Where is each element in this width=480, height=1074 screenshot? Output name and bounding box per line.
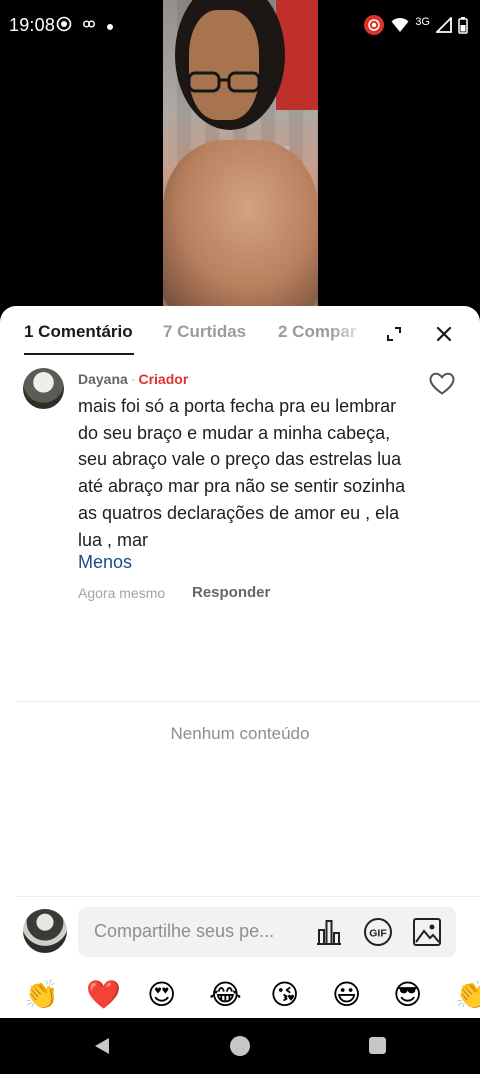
- svg-text:GIF: GIF: [369, 928, 387, 940]
- user-avatar: [23, 909, 67, 953]
- divider: [16, 701, 480, 702]
- tab-bar: 1 Comentário 7 Curtidas 2 Compar: [0, 306, 480, 362]
- dot-icon: [106, 18, 114, 36]
- comment-input-placeholder: Compartilhe seus pe...: [94, 921, 275, 941]
- comment-composer: Compartilhe seus pe... GIF: [0, 906, 480, 966]
- gif-icon[interactable]: GIF: [363, 918, 393, 951]
- comment-header: Dayana · Criador: [78, 371, 188, 387]
- expand-icon[interactable]: [381, 321, 407, 347]
- show-less-link[interactable]: Menos: [78, 552, 132, 573]
- poll-icon[interactable]: [314, 918, 344, 951]
- divider: [16, 896, 480, 897]
- comment-avatar[interactable]: [23, 368, 64, 409]
- screen-record-icon: [363, 14, 385, 41]
- tab-comments[interactable]: 1 Comentário: [24, 322, 133, 342]
- wifi-icon: [391, 17, 409, 38]
- emoji-tears-of-joy[interactable]: 😂: [209, 978, 242, 1012]
- comment-author[interactable]: Dayana: [78, 371, 128, 387]
- emoji-bar: 👏 ❤️ 😍 😂 😘 😃 😎 👏: [0, 976, 480, 1016]
- tab-likes[interactable]: 7 Curtidas: [163, 322, 246, 342]
- comment-text: mais foi só a porta fecha pra eu lembrar…: [78, 396, 406, 550]
- heart-icon[interactable]: [429, 372, 455, 396]
- video-player[interactable]: [163, 0, 318, 310]
- emoji-sunglasses[interactable]: 😎: [393, 978, 422, 1012]
- comment-time: Agora mesmo: [78, 585, 166, 601]
- recents-icon[interactable]: [369, 1037, 386, 1054]
- home-icon[interactable]: [230, 1036, 250, 1056]
- emoji-clap[interactable]: 👏: [24, 978, 59, 1012]
- emoji-smile[interactable]: 😃: [332, 978, 361, 1012]
- active-tab-indicator: [24, 353, 134, 355]
- emoji-clap[interactable]: 👏: [455, 978, 480, 1012]
- comment-input[interactable]: Compartilhe seus pe... GIF: [78, 907, 456, 957]
- record-icon: [56, 16, 72, 37]
- empty-state-text: Nenhum conteúdo: [170, 724, 310, 743]
- close-icon[interactable]: [431, 321, 457, 347]
- emoji-kiss[interactable]: 😘: [270, 978, 299, 1012]
- creator-badge: Criador: [138, 371, 189, 387]
- link-icon: [82, 17, 96, 36]
- comment-separator: ·: [130, 371, 136, 387]
- emoji-heart-eyes[interactable]: 😍: [147, 978, 176, 1012]
- battery-icon: [458, 16, 468, 39]
- comments-sheet: 1 Comentário 7 Curtidas 2 Compar Dayana ·…: [0, 306, 480, 1018]
- network-type: 3G: [415, 15, 430, 28]
- status-time: 19:08: [9, 15, 56, 35]
- reply-button[interactable]: Responder: [192, 584, 270, 601]
- emoji-heart[interactable]: ❤️: [86, 978, 121, 1012]
- signal-icon: [434, 15, 452, 38]
- system-nav-bar: [0, 1018, 480, 1074]
- back-icon[interactable]: [92, 1036, 112, 1061]
- image-icon[interactable]: [412, 917, 442, 952]
